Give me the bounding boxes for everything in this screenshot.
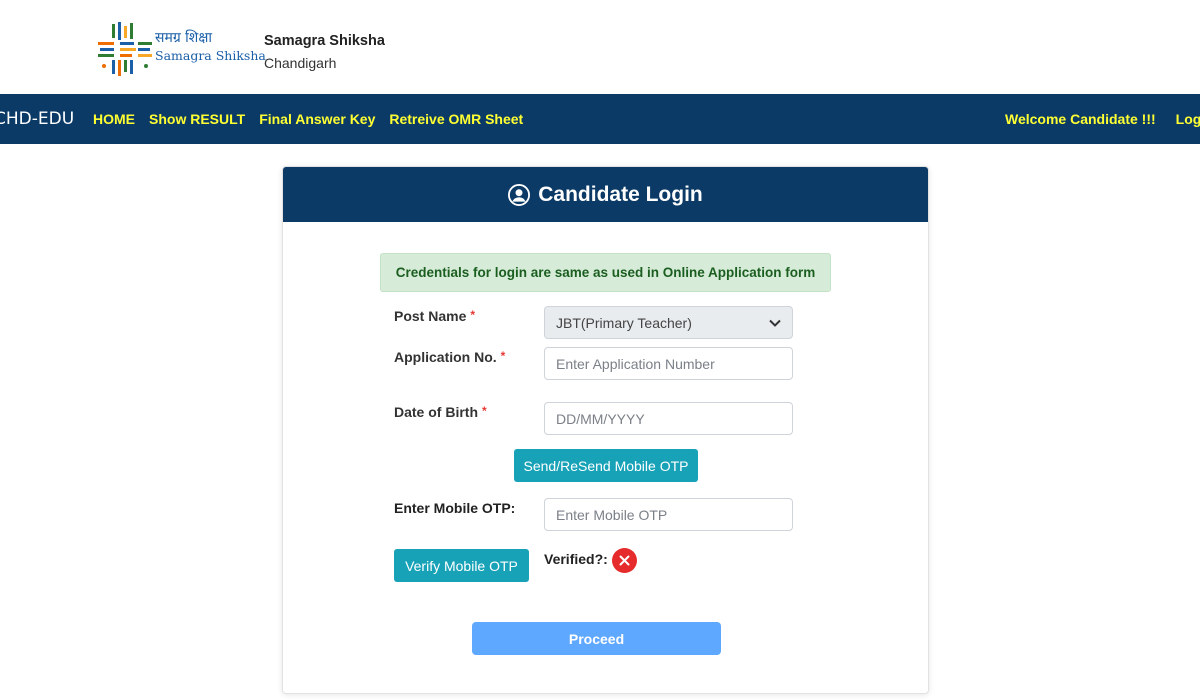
logo-text: समग्र शिक्षा Samagra Shiksha: [155, 30, 266, 63]
post-name-label: Post Name *: [394, 308, 475, 324]
nav-link-final-answer-key[interactable]: Final Answer Key: [259, 111, 375, 127]
post-name-label-text: Post Name: [394, 308, 467, 324]
samagra-shiksha-logo-icon: [98, 22, 152, 76]
application-no-input[interactable]: Enter Application Number: [544, 347, 793, 380]
close-icon: [619, 555, 630, 566]
otp-input[interactable]: Enter Mobile OTP: [544, 498, 793, 531]
login-card-header: Candidate Login: [283, 167, 928, 222]
verify-otp-button[interactable]: Verify Mobile OTP: [394, 549, 529, 582]
welcome-text: Welcome Candidate !!!: [1005, 111, 1156, 127]
required-mark: *: [482, 404, 487, 418]
verified-status-badge: [612, 548, 637, 573]
dob-input[interactable]: DD/MM/YYYY: [544, 402, 793, 435]
send-otp-button[interactable]: Send/ReSend Mobile OTP: [514, 449, 698, 482]
nav-right: Welcome Candidate !!! Login: [1005, 111, 1200, 127]
application-no-label-text: Application No.: [394, 349, 497, 365]
verified-label: Verified?:: [544, 551, 608, 567]
nav-login-link[interactable]: Login: [1176, 111, 1200, 127]
required-mark: *: [500, 349, 506, 363]
application-no-label: Application No. *: [394, 349, 505, 365]
dob-label-text: Date of Birth: [394, 404, 478, 420]
nav-link-home[interactable]: HOME: [93, 111, 135, 127]
proceed-button[interactable]: Proceed: [472, 622, 721, 655]
credentials-notice: Credentials for login are same as used i…: [380, 253, 831, 292]
otp-label: Enter Mobile OTP:: [394, 500, 516, 516]
user-circle-icon: [508, 183, 531, 206]
nav-links: HOME Show RESULT Final Answer Key Retrei…: [93, 111, 523, 127]
dob-label: Date of Birth *: [394, 404, 487, 420]
logo-hindi-text: समग्र शिक्षा: [155, 30, 212, 46]
org-title: Samagra Shiksha Chandigarh: [264, 30, 385, 74]
post-name-selected: JBT(Primary Teacher): [556, 314, 692, 331]
post-name-select[interactable]: JBT(Primary Teacher): [544, 306, 793, 339]
org-name: Samagra Shiksha: [264, 33, 385, 49]
org-city: Chandigarh: [264, 55, 337, 71]
login-card: Candidate Login Credentials for login ar…: [282, 166, 929, 694]
nav-link-show-result[interactable]: Show RESULT: [149, 111, 245, 127]
brand-header: समग्र शिक्षा Samagra Shiksha Samagra Shi…: [0, 0, 1200, 94]
nav-link-retrieve-omr-sheet[interactable]: Retreive OMR Sheet: [389, 111, 523, 127]
logo-english-text: Samagra Shiksha: [155, 47, 266, 63]
nav-brand[interactable]: CHD-EDU: [0, 109, 74, 129]
chevron-down-icon: [769, 319, 781, 327]
login-card-title: Candidate Login: [538, 182, 703, 206]
required-mark: *: [470, 308, 476, 322]
top-navbar: CHD-EDU HOME Show RESULT Final Answer Ke…: [0, 94, 1200, 144]
